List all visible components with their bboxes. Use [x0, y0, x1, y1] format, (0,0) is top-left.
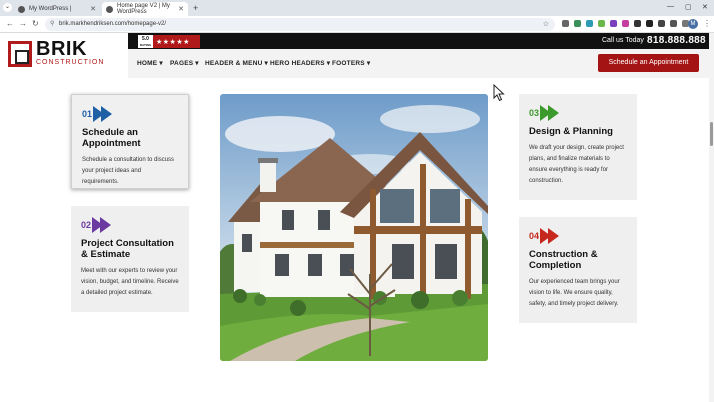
reload-icon[interactable]: ↻ — [32, 19, 39, 28]
scrollbar-thumb[interactable] — [710, 122, 713, 146]
nav-header-menu[interactable]: HEADER & MENU ▾ — [205, 59, 268, 67]
tab-close-icon[interactable]: ✕ — [178, 5, 184, 13]
nav-home[interactable]: HOME ▾ — [137, 59, 163, 67]
step-card-02[interactable]: 02 Project Consultation & Estimate Meet … — [71, 206, 189, 312]
chevron-arrow-icon — [540, 105, 560, 121]
step-number: 02 — [81, 220, 92, 230]
maximize-icon[interactable]: ▢ — [685, 3, 692, 11]
call-label: Call us Today — [602, 37, 644, 44]
extensions-area — [562, 20, 689, 27]
tab-home-page-v2[interactable]: Home page V2 | My WordPress ✕ — [102, 2, 188, 16]
step-description: Meet with our experts to review your vis… — [81, 268, 179, 296]
phone-number[interactable]: 818.888.888 — [647, 35, 706, 46]
minimize-icon[interactable]: — — [667, 3, 674, 10]
step-number: 03 — [529, 108, 540, 118]
step-description: We draft your design, create project pla… — [529, 145, 624, 184]
house-hero-image — [220, 94, 488, 361]
step-description: Our experienced team brings your vision … — [529, 279, 620, 307]
nav-hero-headers[interactable]: HERO HEADERS ▾ — [270, 59, 330, 67]
step-card-04[interactable]: 04 Construction & Completion Our experie… — [519, 217, 637, 323]
site-logo[interactable]: BRIK CONSTRUCTION — [8, 38, 105, 67]
step-card-03[interactable]: 03 Design & Planning We draft your desig… — [519, 94, 637, 200]
tab-search-icon[interactable]: ⌄ — [3, 3, 12, 12]
step-number: 01 — [82, 109, 93, 119]
step-description: Schedule a consultation to discuss your … — [82, 157, 175, 185]
rating-stars-icon: ★★★★★ — [156, 38, 190, 46]
url-field[interactable]: ⚲ brik.markhendriksen.com/homepage-v2/ ☆ — [45, 18, 555, 31]
wordpress-favicon-icon — [18, 5, 25, 13]
step-title: Schedule an Appointment — [82, 127, 141, 149]
address-toolbar: ← → ↻ ⚲ brik.markhendriksen.com/homepage… — [0, 16, 714, 33]
step-title: Design & Planning — [529, 126, 613, 137]
wordpress-favicon-icon — [106, 5, 113, 13]
extension-icon[interactable] — [586, 20, 593, 27]
extension-icon[interactable] — [658, 20, 665, 27]
nav-footers[interactable]: FOOTERS ▾ — [332, 59, 370, 67]
close-window-icon[interactable]: ✕ — [702, 3, 708, 11]
logo-main-text: BRIK — [36, 38, 87, 60]
extension-icon[interactable] — [622, 20, 629, 27]
logo-sub-text: CONSTRUCTION — [36, 59, 105, 66]
rating-score: 5.0 RATING — [138, 35, 153, 48]
extension-icon[interactable] — [574, 20, 581, 27]
browser-menu-icon[interactable]: ⋮ — [703, 19, 711, 28]
step-card-01[interactable]: 01 Schedule an Appointment Schedule a co… — [71, 94, 189, 189]
step-title: Project Consultation & Estimate — [81, 238, 174, 260]
extension-icon[interactable] — [610, 20, 617, 27]
extension-icon[interactable] — [646, 20, 653, 27]
chevron-arrow-icon — [93, 106, 113, 122]
new-tab-icon[interactable]: + — [193, 3, 198, 13]
tab-my-wordpress[interactable]: My WordPress | ✕ — [14, 2, 100, 16]
brik-logo-icon — [8, 40, 32, 67]
extension-icon[interactable] — [562, 20, 569, 27]
step-title: Construction & Completion — [529, 249, 598, 271]
page-scrollbar[interactable] — [709, 33, 714, 402]
mouse-cursor-icon — [493, 84, 505, 102]
tab-close-icon[interactable]: ✕ — [90, 5, 96, 13]
extension-icon[interactable] — [598, 20, 605, 27]
nav-pages[interactable]: PAGES ▾ — [170, 59, 199, 67]
extensions-puzzle-icon[interactable] — [670, 20, 677, 27]
bookmark-star-icon[interactable]: ☆ — [543, 18, 549, 31]
rating-badge: 5.0 RATING ★★★★★ — [138, 35, 200, 48]
step-number: 04 — [529, 231, 540, 241]
site-info-icon[interactable]: ⚲ — [50, 18, 54, 31]
extension-icon[interactable] — [634, 20, 641, 27]
profile-avatar[interactable]: M — [688, 19, 698, 29]
back-icon[interactable]: ← — [6, 19, 14, 28]
schedule-appointment-button[interactable]: Schedule an Appointment — [598, 54, 699, 72]
chevron-arrow-icon — [540, 228, 560, 244]
forward-icon[interactable]: → — [19, 19, 27, 28]
url-text: brik.markhendriksen.com/homepage-v2/ — [59, 21, 167, 27]
chevron-arrow-icon — [92, 217, 112, 233]
tab-title: My WordPress | — [29, 6, 72, 12]
